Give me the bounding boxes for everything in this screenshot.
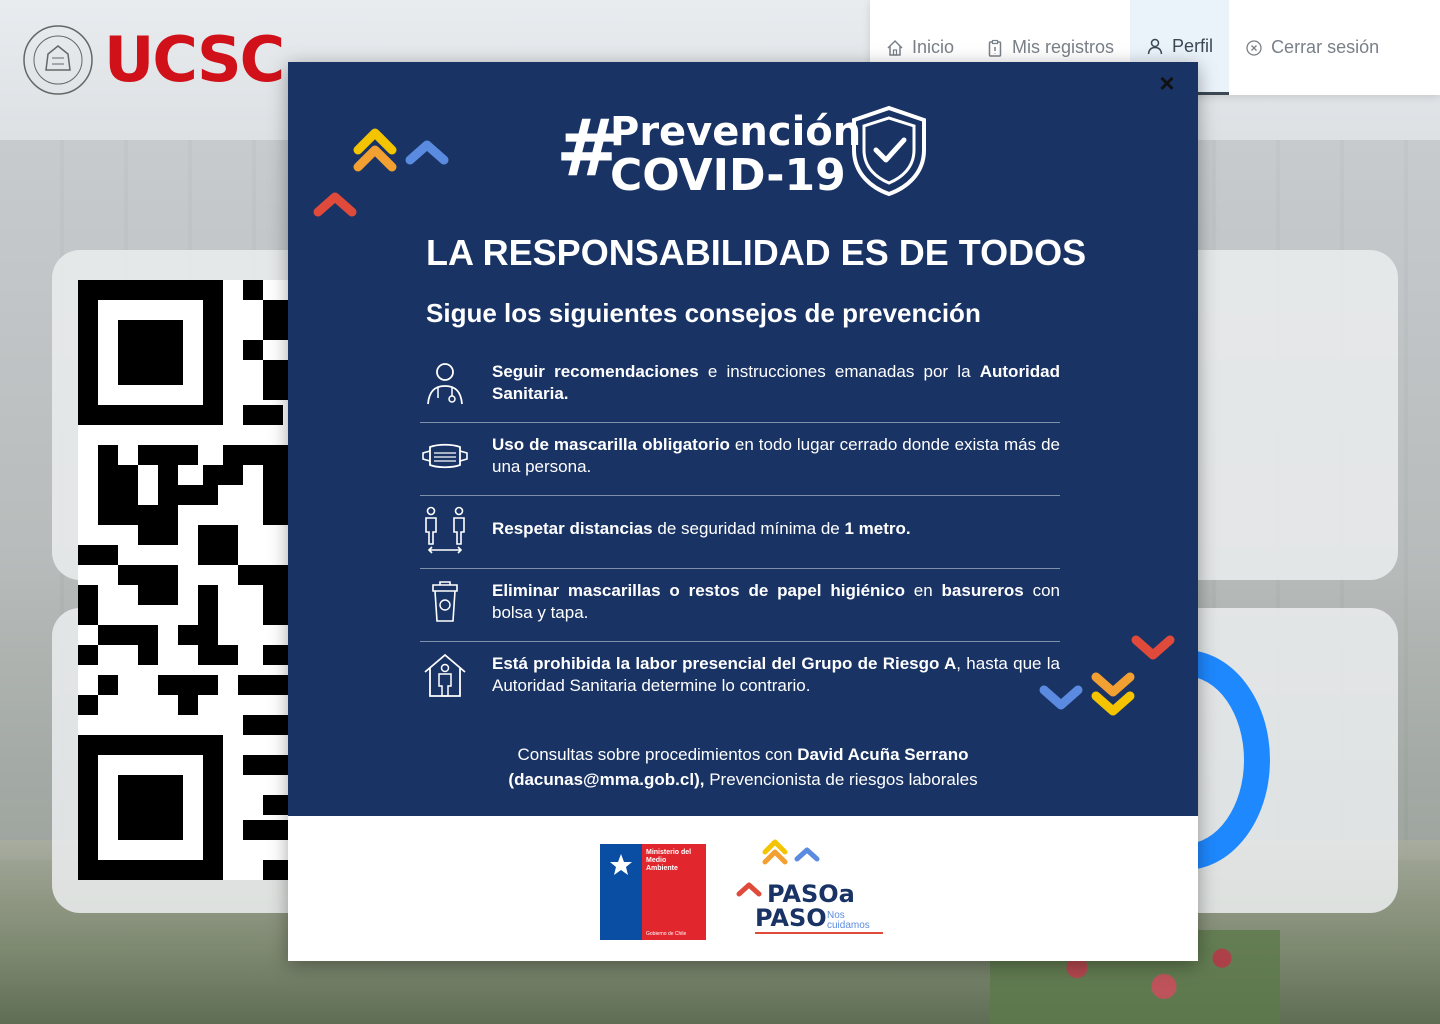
paso-line-2: PASO (755, 904, 827, 932)
tip-item: Está prohibida la labor presencial del G… (420, 642, 1060, 714)
distance-icon (425, 506, 465, 554)
subheadline: Sigue los siguientes consejos de prevenc… (426, 298, 981, 328)
contact-email[interactable]: (dacunas@mma.gob.cl), (508, 770, 704, 789)
chevrons-down-decoration-icon (1039, 635, 1175, 716)
tip-text: Seguir recomendaciones e instrucciones e… (492, 362, 1061, 403)
ministerio-medio-ambiente-logo: Ministerio del Medio Ambiente Gobierno d… (600, 844, 706, 940)
nav-item-label: Perfil (1172, 35, 1214, 56)
title-line-2: COVID-19 (610, 150, 846, 201)
paso-tagline-2: cuidamos (827, 920, 870, 931)
user-icon (1147, 38, 1163, 55)
ministry-label-line3: Ambiente (646, 865, 678, 872)
ministry-label-line2: Medio (646, 857, 666, 864)
tip-item: Respetar distancias de seguridad mínima … (420, 496, 1060, 569)
qr-code (78, 280, 288, 880)
nav-item-label: Mis registros (1012, 37, 1115, 57)
tip-text: Está prohibida la labor presencial del G… (492, 654, 1060, 695)
tip-text: Eliminar mascarillas o restos de papel h… (492, 581, 1060, 622)
tip-text: Uso de mascarilla obligatorio en todo lu… (492, 435, 1060, 476)
contact-name: David Acuña Serrano (797, 745, 969, 764)
shield-check-icon (852, 105, 926, 197)
nav-item-label: Inicio (912, 37, 955, 57)
home-icon (887, 39, 903, 56)
qr-code-icon (78, 280, 288, 880)
nav-item-cerrar-sesion[interactable]: Cerrar sesión (1229, 0, 1395, 95)
gov-label: Gobierno de Chile (646, 931, 687, 937)
covid-prevention-modal: × # Prevención COVID-19 LA RESPONSABILID… (288, 62, 1198, 961)
brand-name: UCSC (104, 23, 285, 96)
mask-icon (422, 443, 468, 469)
university-seal-icon (23, 25, 93, 95)
ministry-label-line1: Ministerio del (646, 849, 691, 856)
trash-bin-icon (432, 581, 458, 622)
paso-a-paso-logo: PASOa PASO Nos cuidamos (736, 839, 883, 934)
tips-list: Seguir recomendaciones e instrucciones e… (420, 350, 1060, 714)
close-circle-icon (1246, 39, 1262, 56)
tip-item: Seguir recomendaciones e instrucciones e… (420, 350, 1060, 423)
contact-info: Consultas sobre procedimientos con David… (508, 745, 978, 789)
tip-text: Respetar distancias de seguridad mínima … (492, 519, 911, 538)
tip-item: Eliminar mascarillas o restos de papel h… (420, 569, 1060, 642)
tip-item: Uso de mascarilla obligatorio en todo lu… (420, 423, 1060, 496)
close-icon[interactable]: × (1156, 70, 1178, 96)
chevrons-decoration-icon (313, 128, 449, 217)
stay-home-icon (424, 653, 466, 697)
headline: LA RESPONSABILIDAD ES DE TODOS (426, 232, 1087, 273)
brand-logo[interactable]: UCSC (22, 23, 285, 96)
doctor-icon (427, 363, 463, 405)
clipboard-icon (988, 39, 1002, 57)
nav-item-label: Cerrar sesión (1271, 37, 1380, 57)
title-line-1: Prevención (610, 109, 862, 155)
